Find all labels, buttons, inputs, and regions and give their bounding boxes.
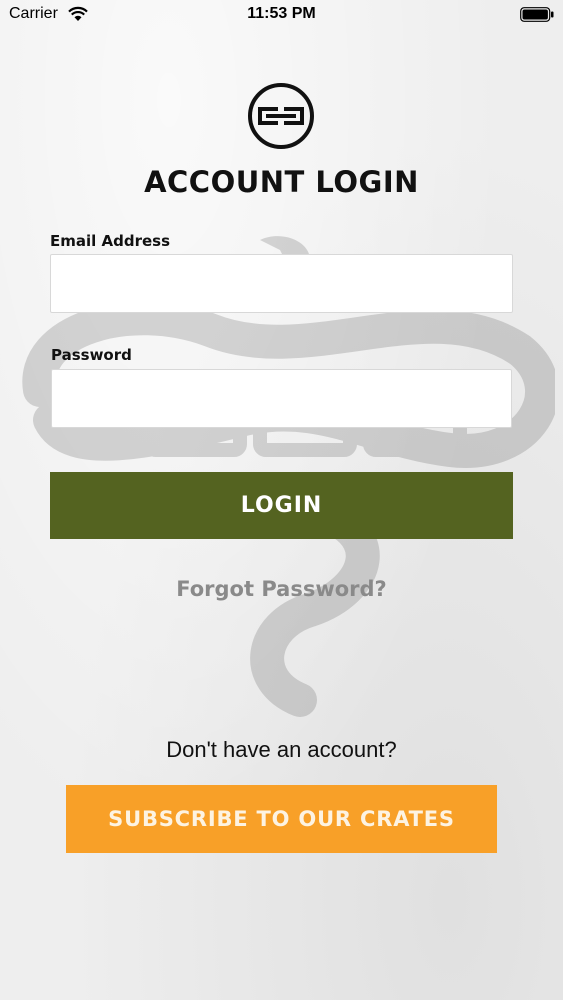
forgot-password-link[interactable]: Forgot Password? xyxy=(0,577,563,601)
status-bar: Carrier 11:53 PM xyxy=(0,0,563,30)
status-time: 11:53 PM xyxy=(247,5,316,22)
page-title: ACCOUNT LOGIN xyxy=(144,165,419,199)
brand-logo-icon xyxy=(248,83,314,149)
subscribe-button[interactable]: SUBSCRIBE TO OUR CRATES xyxy=(66,785,497,853)
login-button[interactable]: LOGIN xyxy=(50,472,513,539)
no-account-prompt: Don't have an account? xyxy=(166,737,397,762)
battery-icon xyxy=(520,7,554,22)
password-label: Password xyxy=(51,346,132,364)
email-field[interactable] xyxy=(50,254,513,313)
email-label: Email Address xyxy=(50,232,171,250)
password-field[interactable] xyxy=(51,369,512,428)
